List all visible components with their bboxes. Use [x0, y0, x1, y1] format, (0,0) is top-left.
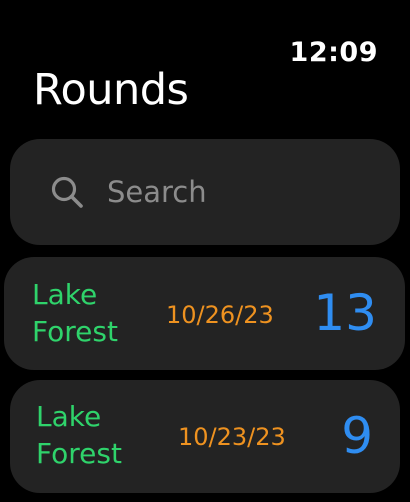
round-row[interactable]: Lake Forest 10/23/23 9	[10, 380, 400, 493]
round-score: 9	[341, 407, 373, 465]
status-time: 12:09	[289, 37, 378, 68]
round-date: 10/23/23	[178, 423, 286, 451]
round-score: 13	[313, 284, 377, 342]
round-row[interactable]: Lake Forest 10/26/23 13	[4, 257, 405, 370]
search-field[interactable]: Search	[10, 139, 400, 245]
round-date: 10/26/23	[166, 301, 274, 329]
search-placeholder: Search	[107, 175, 207, 209]
round-course: Lake Forest	[36, 400, 122, 470]
round-course: Lake Forest	[32, 278, 118, 348]
page-title: Rounds	[33, 65, 189, 115]
search-icon	[50, 175, 86, 211]
